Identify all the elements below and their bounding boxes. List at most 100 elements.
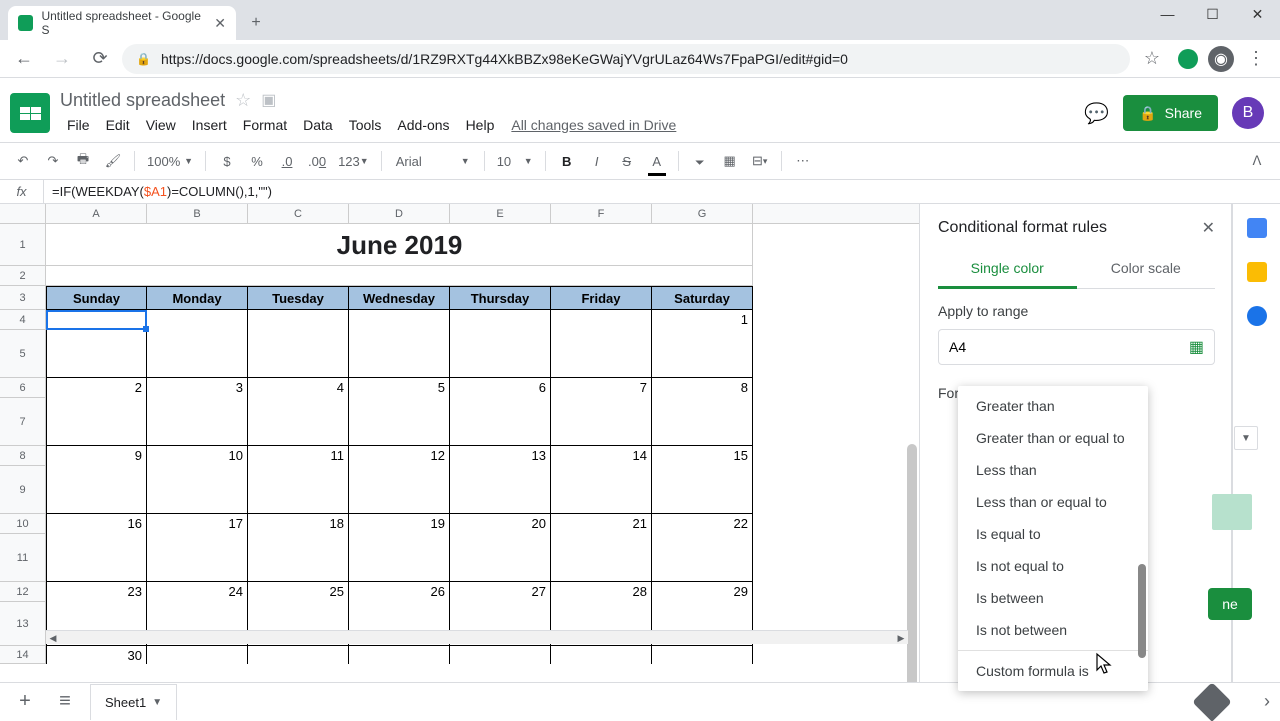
cell[interactable] [450, 466, 551, 514]
cell[interactable] [652, 330, 753, 378]
day-header[interactable]: Wednesday [349, 286, 450, 310]
cell[interactable]: 5 [349, 378, 450, 398]
cell[interactable] [46, 266, 753, 286]
cell[interactable] [652, 466, 753, 514]
dropdown-option[interactable]: Greater than [958, 390, 1148, 422]
cell[interactable]: 4 [248, 378, 349, 398]
undo-button[interactable]: ↶ [10, 148, 36, 174]
spreadsheet-grid[interactable]: A B C D E F G June 2019 1 2 3 Sunday Mon… [0, 204, 920, 682]
cell[interactable] [551, 330, 652, 378]
cell[interactable]: 16 [46, 514, 147, 534]
menu-tools[interactable]: Tools [342, 113, 389, 137]
cell[interactable] [248, 330, 349, 378]
url-field[interactable]: 🔒 https://docs.google.com/spreadsheets/d… [122, 44, 1130, 74]
cell[interactable] [147, 330, 248, 378]
dropdown-option[interactable]: Custom formula is [958, 650, 1148, 687]
row-header[interactable]: 11 [0, 534, 46, 582]
cell[interactable]: 29 [652, 582, 753, 602]
row-header[interactable]: 14 [0, 646, 46, 664]
cell[interactable]: 3 [147, 378, 248, 398]
day-header[interactable]: Thursday [450, 286, 551, 310]
cell[interactable] [147, 646, 248, 664]
cell[interactable] [652, 646, 753, 664]
more-formats-button[interactable]: 123▼ [334, 148, 373, 174]
dropdown-scrollbar[interactable] [1138, 564, 1146, 658]
add-sheet-button[interactable]: + [10, 687, 40, 717]
cell[interactable]: 2 [46, 378, 147, 398]
cell[interactable]: 1 [652, 310, 753, 330]
cell[interactable]: 23 [46, 582, 147, 602]
cell[interactable] [248, 534, 349, 582]
cell[interactable] [46, 330, 147, 378]
cell[interactable] [248, 466, 349, 514]
collapse-toolbar-button[interactable]: ᐱ [1244, 148, 1270, 174]
text-color-button[interactable]: A [644, 148, 670, 174]
expand-side-panel-icon[interactable]: › [1264, 691, 1270, 712]
cell[interactable] [349, 398, 450, 446]
font-select[interactable]: Arial▼ [390, 148, 476, 174]
rule-dropdown-chevron[interactable]: ▼ [1234, 426, 1258, 450]
cell[interactable]: 21 [551, 514, 652, 534]
strike-button[interactable]: S [614, 148, 640, 174]
more-toolbar-button[interactable]: ⋯ [790, 148, 816, 174]
cell[interactable] [349, 310, 450, 330]
cell[interactable] [46, 310, 147, 330]
cell[interactable] [450, 330, 551, 378]
scroll-right-icon[interactable]: ▶ [894, 631, 908, 645]
dropdown-option[interactable]: Less than [958, 454, 1148, 486]
forward-button[interactable]: → [46, 43, 78, 75]
zoom-select[interactable]: 100%▼ [143, 148, 197, 174]
all-sheets-button[interactable]: ≡ [50, 687, 80, 717]
fx-icon[interactable]: fx [0, 180, 44, 203]
explore-button[interactable] [1192, 682, 1232, 721]
tab-color-scale[interactable]: Color scale [1077, 252, 1216, 288]
cell[interactable]: 25 [248, 582, 349, 602]
percent-button[interactable]: % [244, 148, 270, 174]
day-header[interactable]: Friday [551, 286, 652, 310]
row-header[interactable]: 8 [0, 446, 46, 466]
cell[interactable] [551, 398, 652, 446]
day-header[interactable]: Tuesday [248, 286, 349, 310]
row-header[interactable]: 10 [0, 514, 46, 534]
italic-button[interactable]: I [584, 148, 610, 174]
row-header[interactable]: 9 [0, 466, 46, 514]
cell[interactable] [248, 398, 349, 446]
cell[interactable] [248, 310, 349, 330]
range-field[interactable] [949, 339, 1189, 355]
cell[interactable]: 27 [450, 582, 551, 602]
save-status[interactable]: All changes saved in Drive [511, 117, 676, 133]
day-header[interactable]: Sunday [46, 286, 147, 310]
cell[interactable] [450, 534, 551, 582]
cell[interactable]: 26 [349, 582, 450, 602]
cell[interactable] [450, 646, 551, 664]
cell[interactable]: 30 [46, 646, 147, 664]
dropdown-option[interactable]: Is not between [958, 614, 1148, 646]
cell[interactable] [46, 534, 147, 582]
row-header[interactable]: 6 [0, 378, 46, 398]
scroll-left-icon[interactable]: ◀ [46, 631, 60, 645]
cell[interactable] [349, 646, 450, 664]
back-button[interactable]: ← [8, 43, 40, 75]
menu-view[interactable]: View [139, 113, 183, 137]
bold-button[interactable]: B [554, 148, 580, 174]
cell[interactable]: 22 [652, 514, 753, 534]
cell[interactable] [46, 398, 147, 446]
cell[interactable]: 18 [248, 514, 349, 534]
cell[interactable] [147, 534, 248, 582]
reload-button[interactable]: ⟳ [84, 43, 116, 75]
col-header[interactable]: C [248, 204, 349, 223]
move-folder-icon[interactable]: ▣ [261, 90, 276, 110]
calendar-addon-icon[interactable] [1247, 218, 1267, 238]
row-header[interactable]: 13 [0, 602, 46, 646]
cell[interactable]: 24 [147, 582, 248, 602]
menu-data[interactable]: Data [296, 113, 340, 137]
print-button[interactable]: 🖶 [70, 148, 96, 174]
row-header[interactable]: 2 [0, 266, 46, 286]
window-minimize[interactable]: — [1145, 0, 1190, 28]
cell[interactable]: 14 [551, 446, 652, 466]
cell[interactable] [147, 398, 248, 446]
browser-tab[interactable]: Untitled spreadsheet - Google S ✕ [8, 6, 236, 40]
cell[interactable] [450, 398, 551, 446]
cell[interactable]: 13 [450, 446, 551, 466]
cell[interactable] [652, 398, 753, 446]
